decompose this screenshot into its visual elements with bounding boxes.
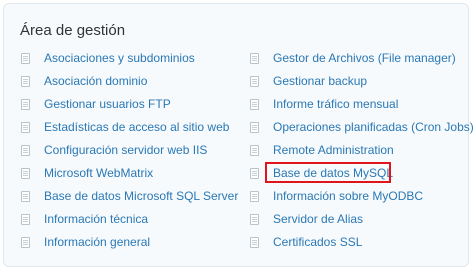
link-configuracion-iis[interactable]: Configuración servidor web IIS [21, 139, 236, 162]
link-base-datos-sql-server[interactable]: Base de datos Microsoft SQL Server [21, 185, 238, 208]
link-informe-trafico[interactable]: Informe tráfico mensual [250, 93, 465, 116]
document-icon [21, 99, 30, 110]
document-icon [250, 168, 259, 179]
document-icon [21, 237, 30, 248]
document-icon [250, 237, 259, 248]
management-panel: Área de gestión Asociaciones y subdomini… [3, 3, 474, 267]
link-label[interactable]: Informe tráfico mensual [273, 93, 398, 116]
document-icon [21, 168, 30, 179]
link-informacion-general[interactable]: Información general [21, 231, 236, 254]
document-icon [250, 76, 259, 87]
link-label[interactable]: Configuración servidor web IIS [44, 139, 207, 162]
link-estadisticas-acceso[interactable]: Estadísticas de acceso al sitio web [21, 116, 236, 139]
link-label[interactable]: Operaciones planificadas (Cron Jobs) [273, 116, 474, 139]
link-label[interactable]: Información general [44, 231, 150, 254]
link-asociacion-dominio[interactable]: Asociación dominio [21, 70, 236, 93]
document-icon [21, 145, 30, 156]
right-link-list: Gestor de Archivos (File manager) Gestio… [250, 47, 474, 254]
link-remote-administration[interactable]: Remote Administration [250, 139, 465, 162]
link-operaciones-planificadas[interactable]: Operaciones planificadas (Cron Jobs) [250, 116, 474, 139]
link-label[interactable]: Gestor de Archivos (File manager) [273, 47, 456, 70]
link-label[interactable]: Certificados SSL [273, 231, 362, 254]
link-label[interactable]: Información sobre MyODBC [273, 185, 423, 208]
document-icon [21, 122, 30, 133]
link-gestor-archivos[interactable]: Gestor de Archivos (File manager) [250, 47, 465, 70]
left-link-list: Asociaciones y subdominios Asociación do… [21, 47, 238, 254]
document-icon [250, 145, 259, 156]
link-label[interactable]: Asociación dominio [44, 70, 147, 93]
link-label[interactable]: Base de datos MySQL [273, 162, 393, 185]
panel-title: Área de gestión [20, 22, 126, 39]
document-icon [21, 214, 30, 225]
document-icon [21, 76, 30, 87]
document-icon [21, 53, 30, 64]
link-label[interactable]: Estadísticas de acceso al sitio web [44, 116, 229, 139]
link-label[interactable]: Información técnica [44, 208, 148, 231]
link-certificados-ssl[interactable]: Certificados SSL [250, 231, 465, 254]
document-icon [250, 191, 259, 202]
link-informacion-myodbc[interactable]: Información sobre MyODBC [250, 185, 465, 208]
document-icon [250, 53, 259, 64]
link-gestionar-backup[interactable]: Gestionar backup [250, 70, 465, 93]
document-icon [21, 191, 30, 202]
link-label[interactable]: Remote Administration [273, 139, 394, 162]
link-gestionar-usuarios-ftp[interactable]: Gestionar usuarios FTP [21, 93, 236, 116]
link-base-datos-mysql[interactable]: Base de datos MySQL [250, 162, 465, 185]
document-icon [250, 99, 259, 110]
link-label[interactable]: Gestionar backup [273, 70, 367, 93]
link-label[interactable]: Base de datos Microsoft SQL Server [44, 185, 238, 208]
link-informacion-tecnica[interactable]: Información técnica [21, 208, 236, 231]
link-label[interactable]: Gestionar usuarios FTP [44, 93, 171, 116]
link-label[interactable]: Servidor de Alias [273, 208, 363, 231]
document-icon [250, 214, 259, 225]
link-microsoft-webmatrix[interactable]: Microsoft WebMatrix [21, 162, 236, 185]
link-asociaciones-subdominios[interactable]: Asociaciones y subdominios [21, 47, 236, 70]
document-icon [250, 122, 259, 133]
link-label[interactable]: Microsoft WebMatrix [44, 162, 153, 185]
link-servidor-alias[interactable]: Servidor de Alias [250, 208, 465, 231]
link-label[interactable]: Asociaciones y subdominios [44, 47, 195, 70]
